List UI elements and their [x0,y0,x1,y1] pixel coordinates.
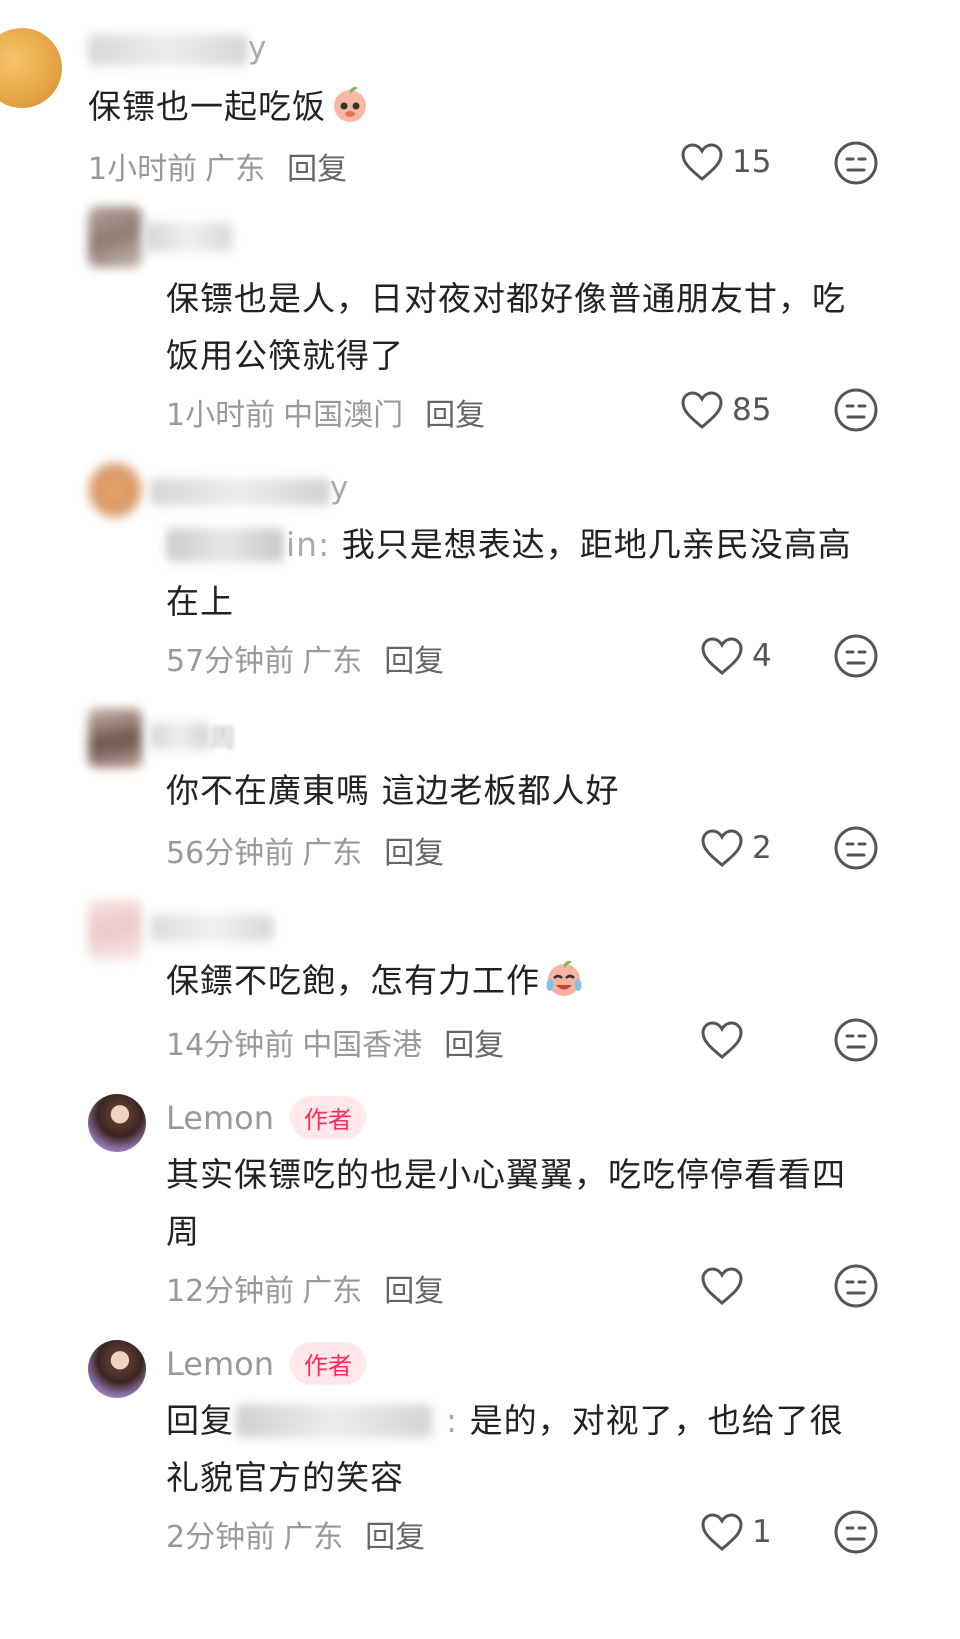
heart-outline-icon [681,143,723,181]
location: 中国澳门 [283,398,404,433]
comment-text: 其实保镖吃的也是小心翼翼，吃吃停停看看四周 [166,1155,846,1251]
username-suffix: y [248,30,267,66]
location: 中国香港 [302,1028,423,1063]
comment-text: 保鏢不吃飽，怎有力工作 [166,952,584,1009]
reply-button[interactable]: 回复 [287,152,347,187]
dislike-button[interactable] [833,1263,879,1309]
unamused-face-icon [834,388,878,432]
username-redacted[interactable] [150,722,210,750]
avatar[interactable] [88,1094,146,1152]
heart-outline-icon [701,637,743,675]
avatar[interactable] [88,462,142,518]
reply-button[interactable]: 回复 [384,1274,444,1309]
username-redacted[interactable] [150,914,274,942]
comment-meta: 57分钟前 广东 回复 [166,636,444,680]
avatar[interactable] [88,900,142,960]
like-count: 85 [732,392,772,428]
reply-button[interactable]: 回复 [384,836,444,871]
avatar[interactable] [88,206,142,268]
comment-meta: 2分钟前 广东 回复 [166,1512,425,1556]
reply-prefix: 回复 [166,1401,234,1440]
reply-button[interactable]: 回复 [384,644,444,679]
comment-text: 你不在廣東嗎 這边老板都人好 [166,771,620,810]
dislike-button[interactable] [833,1509,879,1555]
timestamp: 12分钟前 [166,1274,295,1309]
unamused-face-icon [834,1510,878,1554]
author-name-row: Lemon 作者 [166,1096,366,1139]
unamused-face-icon [834,826,878,870]
like-count: 2 [752,830,772,866]
author-badge: 作者 [289,1096,366,1139]
location: 广东 [283,1520,344,1555]
dislike-button[interactable] [833,633,879,679]
timestamp: 1小时前 [88,152,198,187]
like-button[interactable]: 85 [680,390,771,430]
heart-outline-icon [701,829,743,867]
like-button[interactable] [700,1266,752,1306]
timestamp: 1小时前 [166,398,276,433]
comment-meta: 14分钟前 中国香港 回复 [166,1020,504,1064]
author-badge: 作者 [289,1342,366,1385]
reply-button[interactable]: 回复 [425,398,485,433]
like-button[interactable] [700,1020,752,1060]
like-button[interactable]: 2 [700,828,772,868]
author-name-row: Lemon 作者 [166,1342,366,1385]
location: 广东 [302,836,363,871]
avatar[interactable] [0,28,62,108]
unamused-face-icon [834,1018,878,1062]
comment-meta: 56分钟前 广东 回复 [166,828,444,872]
heart-outline-icon [701,1267,743,1305]
username-redacted[interactable] [150,478,330,506]
dislike-button[interactable] [833,1017,879,1063]
comment-meta: 1小时前 中国澳门 回复 [166,390,485,434]
unamused-face-icon [834,1264,878,1308]
like-button[interactable]: 15 [680,142,771,182]
like-button[interactable]: 1 [700,1512,772,1552]
comment-text: 保镖也是人，日对夜对都好像普通朋友甘，吃饭用公筷就得了 [166,279,846,375]
like-count: 15 [732,144,772,180]
unamused-face-icon [834,634,878,678]
comment-text: 回复: 是的，对视了，也给了很礼貌官方的笑容 [166,1401,844,1497]
location: 广东 [302,1274,363,1309]
dislike-button[interactable] [833,825,879,871]
username-suffix: y [330,470,349,506]
avatar[interactable] [88,1340,146,1398]
timestamp: 14分钟前 [166,1028,295,1063]
username[interactable]: Lemon [166,1099,274,1137]
like-count: 4 [752,638,772,674]
dislike-button[interactable] [833,387,879,433]
avatar[interactable] [88,708,142,768]
reply-button[interactable]: 回复 [365,1520,425,1555]
username-suffix: 周 [210,724,237,754]
comment-text: 保镖也一起吃饭 [88,78,370,135]
comment-meta: 12分钟前 广东 回复 [166,1266,444,1310]
username-redacted[interactable] [144,222,232,252]
mention-suffix: in: [286,525,331,564]
heart-outline-icon [701,1513,743,1551]
dislike-button[interactable] [833,140,879,186]
location: 广东 [302,644,363,679]
timestamp: 56分钟前 [166,836,295,871]
heart-outline-icon [701,1021,743,1059]
unamused-face-icon [834,141,878,185]
peach-face-emoji [334,86,366,122]
crying-laughing-emoji [546,960,582,996]
timestamp: 57分钟前 [166,644,295,679]
location: 广东 [205,152,266,187]
like-button[interactable]: 4 [700,636,772,676]
reply-button[interactable]: 回复 [444,1028,504,1063]
comment-text: in: 我只是想表达，距地几亲民没高高在上 [166,525,852,621]
like-count: 1 [752,1514,772,1550]
heart-outline-icon [681,391,723,429]
comment-meta: 1小时前 广东 回复 [88,144,347,188]
username[interactable]: Lemon [166,1345,274,1383]
username-redacted[interactable] [88,34,248,66]
timestamp: 2分钟前 [166,1520,276,1555]
